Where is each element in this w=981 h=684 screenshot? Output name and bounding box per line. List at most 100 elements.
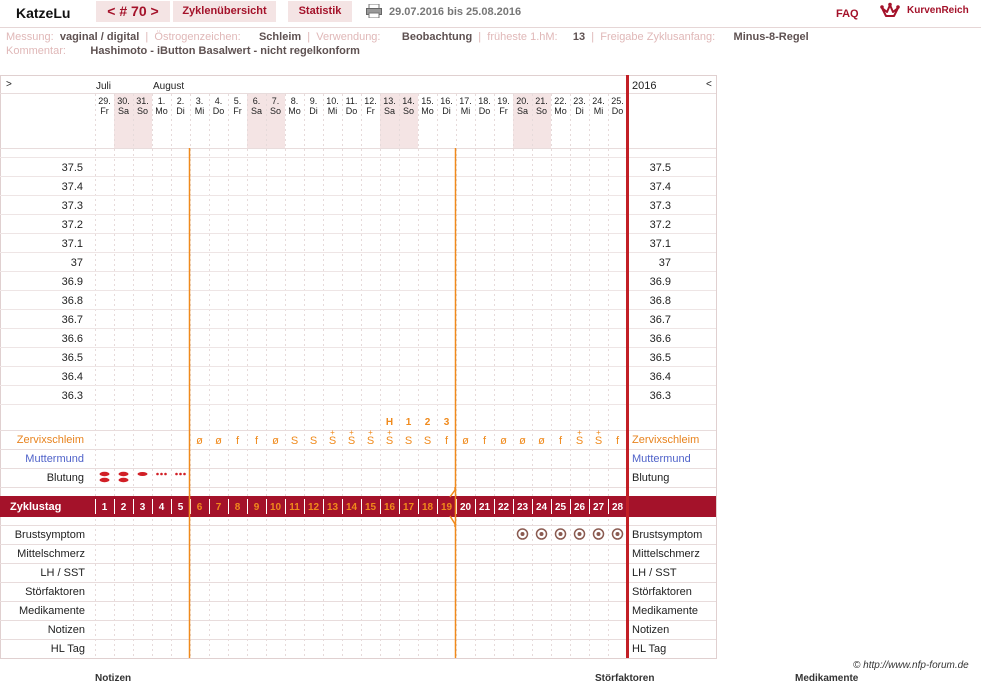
- day-date: 19.: [497, 96, 510, 106]
- day-weekday: So: [137, 106, 148, 116]
- day-weekday: Mi: [594, 106, 604, 116]
- blutung-mark-spot: [164, 472, 167, 476]
- zervix-value: S: [405, 435, 412, 447]
- zyklustag-value: 16: [384, 502, 396, 513]
- zervix-value: ø: [196, 435, 203, 447]
- zyklustag-value: 11: [289, 502, 300, 513]
- temp-label-right: 37.4: [650, 181, 671, 193]
- day-weekday: So: [536, 106, 547, 116]
- zervix-value: ø: [538, 435, 545, 447]
- blutung-mark-medium: [137, 472, 148, 476]
- brust-symptom-mark-dot: [558, 532, 563, 536]
- day-date: 1.: [158, 96, 166, 106]
- mittel-row-label: Mittelschmerz: [17, 548, 85, 560]
- zyklustag-value: 3: [140, 502, 146, 513]
- cycle-chart: > <2016Juli August29.Fr30.Sa31.So1.Mo2.Di3…: [0, 75, 717, 659]
- day-weekday: Mi: [195, 106, 205, 116]
- blutung-mark-spot: [160, 472, 163, 476]
- brust-symptom-mark-dot: [596, 532, 601, 536]
- day-weekday: Mo: [155, 106, 168, 116]
- bottom-stoerfaktoren-heading: Störfaktoren: [595, 673, 655, 684]
- day-weekday: Mi: [328, 106, 338, 116]
- temp-label-right: 37.5: [650, 162, 671, 174]
- peak-marker: 1: [406, 417, 412, 428]
- day-date: 2.: [177, 96, 185, 106]
- temp-label-right: 36.9: [650, 276, 671, 288]
- temp-label-left: 36.3: [62, 390, 83, 402]
- day-weekday: Fr: [233, 106, 242, 116]
- zervix-value: ø: [500, 435, 507, 447]
- stoer-row-label: Störfaktoren: [25, 586, 85, 598]
- zervix-value: ø: [272, 435, 279, 447]
- day-weekday: Do: [612, 106, 624, 116]
- nav-prev-button[interactable]: >: [6, 79, 12, 90]
- muttermund-row-label-right: Muttermund: [632, 453, 691, 465]
- zyklustag-value: 5: [178, 502, 184, 513]
- zyklustag-value: 12: [308, 502, 320, 513]
- brust-row-label-right: Brustsymptom: [632, 529, 702, 541]
- medi-row-label: Medikamente: [19, 605, 85, 617]
- blutung-mark-spot: [156, 472, 159, 476]
- temp-label-left: 36.7: [62, 314, 83, 326]
- notizen-row-label-right: Notizen: [632, 624, 669, 636]
- temp-label-left: 37: [71, 257, 83, 269]
- zervix-value: S: [291, 435, 298, 447]
- brust-symptom-mark-dot: [577, 532, 582, 536]
- blutung-mark-spot: [179, 472, 182, 476]
- zervix-value: ø: [519, 435, 526, 447]
- day-date: 12.: [364, 96, 377, 106]
- zervix-plus-mark: +: [387, 428, 392, 437]
- day-weekday: Sa: [251, 106, 262, 116]
- zervix-row-label-right: Zervixschleim: [632, 434, 699, 446]
- year-label: 2016: [632, 80, 656, 92]
- zervix-value: S: [310, 435, 317, 447]
- zyklustag-value: 2: [121, 502, 127, 513]
- day-weekday: Di: [176, 106, 185, 116]
- peak-marker: 3: [444, 417, 450, 428]
- zyklustag-value: 24: [536, 502, 548, 513]
- day-weekday: Di: [442, 106, 451, 116]
- day-weekday: Sa: [118, 106, 129, 116]
- copyright: © http://www.nfp-forum.de: [853, 660, 969, 671]
- day-date: 23.: [573, 96, 586, 106]
- zyklustag-value: 9: [254, 502, 260, 513]
- day-date: 25.: [611, 96, 624, 106]
- notizen-row-label: Notizen: [48, 624, 85, 636]
- temp-label-right: 36.5: [650, 352, 671, 364]
- blutung-row-label: Blutung: [47, 472, 84, 484]
- blutung-mark-heavy: [118, 477, 129, 483]
- day-date: 22.: [554, 96, 567, 106]
- temp-label-left: 36.6: [62, 333, 83, 345]
- temp-label-right: 37.2: [650, 219, 671, 231]
- day-weekday: Di: [309, 106, 318, 116]
- zervix-value: S: [424, 435, 431, 447]
- day-date: 16.: [440, 96, 453, 106]
- day-date: 4.: [215, 96, 223, 106]
- temp-label-left: 37.1: [62, 238, 83, 250]
- zyklustag-value: 27: [593, 502, 605, 513]
- day-date: 9.: [310, 96, 318, 106]
- lh-row-label: LH / SST: [40, 567, 85, 579]
- temp-label-right: 37.1: [650, 238, 671, 250]
- temp-label-left: 36.8: [62, 295, 83, 307]
- muttermund-row-label: Muttermund: [25, 453, 84, 465]
- zyklustag-value: 4: [159, 502, 165, 513]
- brust-row-label: Brustsymptom: [15, 529, 85, 541]
- day-weekday: Fr: [100, 106, 109, 116]
- stoer-row-label-right: Störfaktoren: [632, 586, 692, 598]
- day-date: 5.: [234, 96, 242, 106]
- nav-next-button[interactable]: <: [706, 79, 712, 90]
- blutung-mark-spot: [183, 472, 186, 476]
- temp-label-right: 36.3: [650, 390, 671, 402]
- temp-label-left: 36.4: [62, 371, 83, 383]
- day-date: 7.: [272, 96, 280, 106]
- day-date: 6.: [253, 96, 261, 106]
- brust-symptom-mark-dot: [615, 532, 620, 536]
- bottom-medikamente-heading: Medikamente: [795, 673, 859, 684]
- temp-label-right: 36.8: [650, 295, 671, 307]
- temp-label-left: 37.4: [62, 181, 83, 193]
- day-weekday: Mo: [554, 106, 567, 116]
- day-date: 31.: [136, 96, 149, 106]
- temp-label-right: 36.6: [650, 333, 671, 345]
- day-weekday: Do: [479, 106, 491, 116]
